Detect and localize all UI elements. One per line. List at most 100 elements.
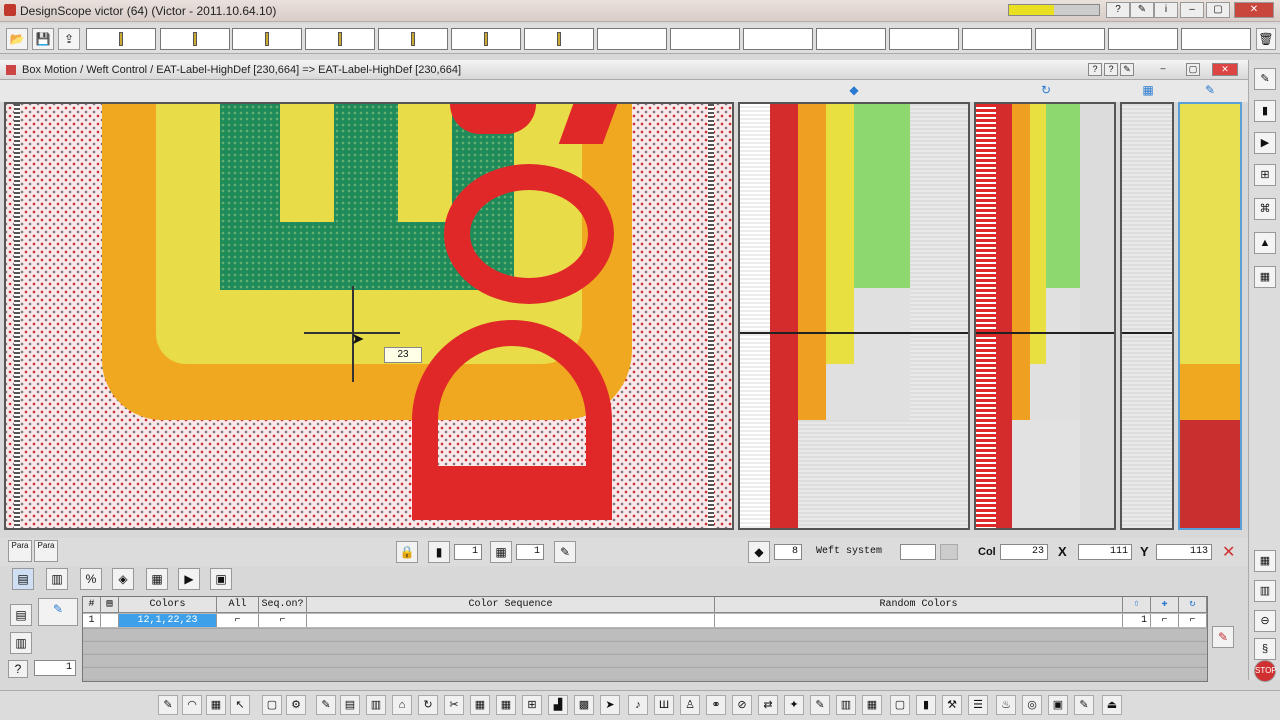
drop-icon[interactable]: ◆ <box>846 82 862 98</box>
edit-icon[interactable]: ✎ <box>1074 695 1094 715</box>
pen-tool-icon[interactable]: ✎ <box>158 695 178 715</box>
color-bars-icon[interactable]: ▮ <box>916 695 936 715</box>
toolbar-slot[interactable] <box>597 28 667 50</box>
minimize-button[interactable]: – <box>1156 63 1170 76</box>
toolbar-slot[interactable] <box>305 28 375 50</box>
save-icon[interactable]: 💾 <box>32 28 54 50</box>
rotate-icon[interactable]: ↻ <box>1038 82 1054 98</box>
doc-icon[interactable]: ▢ <box>262 695 282 715</box>
stop-icon[interactable]: STOP <box>1254 660 1277 682</box>
bobbin-icon[interactable]: ▮ <box>428 541 450 563</box>
para-button-1[interactable]: Para <box>8 540 32 562</box>
table-icon[interactable]: ▦ <box>146 568 168 590</box>
col-header-colors[interactable]: Colors <box>119 597 217 613</box>
bobbins-icon[interactable]: ⌘ <box>1254 198 1276 220</box>
open-folder-icon[interactable]: 📂 <box>6 28 28 50</box>
weft-view-icon[interactable]: ▤ <box>12 568 34 590</box>
tools-icon[interactable]: ⚒ <box>942 695 962 715</box>
lock-icon[interactable]: 🔒 <box>396 541 418 563</box>
person-icon[interactable]: ♙ <box>680 695 700 715</box>
maximize-button[interactable]: ▢ <box>1206 2 1230 18</box>
toolbar-slot[interactable] <box>1181 28 1251 50</box>
fabric-design-canvas[interactable]: ➤ 23 <box>4 102 734 530</box>
row-check-a[interactable]: ⌐ <box>1151 614 1179 627</box>
list-icon[interactable]: ☰ <box>968 695 988 715</box>
percent-icon[interactable]: % <box>80 568 102 590</box>
pattern-icon-1[interactable]: ▦ <box>1254 550 1276 572</box>
harp-icon[interactable]: ♪ <box>628 695 648 715</box>
paint-tool-icon[interactable]: ✎ <box>1254 68 1276 90</box>
flag-icon[interactable]: ▶ <box>1254 132 1276 154</box>
col-value-field[interactable]: 23 <box>1000 544 1048 560</box>
weft-icon[interactable]: ◆ <box>748 541 770 563</box>
dna-icon[interactable]: § <box>1254 638 1276 660</box>
wand-icon[interactable]: ✎ <box>810 695 830 715</box>
row-colors[interactable]: 12,1,22,23 <box>119 614 217 627</box>
brush-icon[interactable]: ✎ <box>554 541 576 563</box>
weft-color-panel-2[interactable] <box>974 102 1116 530</box>
table-row[interactable]: 1 12,1,22,23 ⌐ ⌐ 1 ⌐ ⌐ <box>83 614 1207 627</box>
subwindow-close-button[interactable]: ✕ <box>1212 63 1238 76</box>
help-icon[interactable]: ? <box>1106 2 1130 18</box>
row-color-sequence[interactable] <box>307 614 715 627</box>
arrows-icon[interactable]: ⇄ <box>758 695 778 715</box>
paint-brush-icon[interactable]: ✎ <box>1212 626 1234 648</box>
add-icon[interactable]: ✚ <box>1151 597 1179 613</box>
col-header-seq[interactable]: Seq.on? <box>259 597 307 613</box>
help-icon[interactable]: ? <box>8 660 28 678</box>
table-icon[interactable]: ▦ <box>862 695 882 715</box>
frame-icon[interactable]: ▢ <box>890 695 910 715</box>
blocks-icon[interactable]: ▣ <box>1048 695 1068 715</box>
scissors-icon[interactable]: ✂ <box>444 695 464 715</box>
para-button-2[interactable]: Para <box>34 540 58 562</box>
sequence-icon[interactable]: ▣ <box>210 568 232 590</box>
question-icon[interactable]: ? <box>1104 63 1118 76</box>
weft-system-panel[interactable] <box>1120 102 1174 530</box>
yarn-icon[interactable]: ◎ <box>1022 695 1042 715</box>
all-checkbox[interactable]: ⌐ <box>217 614 259 627</box>
layout-icon[interactable]: ▥ <box>10 632 32 654</box>
toolbar-slot[interactable] <box>160 28 230 50</box>
grid-icon[interactable]: ▦ <box>490 541 512 563</box>
grid-color-icon[interactable]: ▦ <box>206 695 226 715</box>
refresh-icon[interactable]: ↻ <box>1179 597 1207 613</box>
shuttle-icon[interactable]: ➤ <box>600 695 620 715</box>
row-check-b[interactable]: ⌐ <box>1179 614 1207 627</box>
trash-icon[interactable]: 🗑 <box>1256 28 1276 50</box>
help-icon[interactable]: ? <box>1088 63 1102 76</box>
minimize-button[interactable]: – <box>1180 2 1204 18</box>
toolbar-slot[interactable] <box>743 28 813 50</box>
weave-icon[interactable]: ▦ <box>1254 266 1276 288</box>
window-icon[interactable]: ▤ <box>340 695 360 715</box>
col-header-random-colors[interactable]: Random Colors <box>715 597 1123 613</box>
comb-icon[interactable]: Ш <box>654 695 674 715</box>
toolbar-slot[interactable] <box>889 28 959 50</box>
weft-count-field[interactable]: 8 <box>774 544 802 560</box>
info-icon[interactable]: i <box>1154 2 1178 18</box>
x-value-field[interactable]: 111 <box>1078 544 1132 560</box>
toolbar-slot[interactable] <box>1035 28 1105 50</box>
tool-icon[interactable]: ✎ <box>1120 63 1134 76</box>
value-field-a[interactable]: 1 <box>454 544 482 560</box>
weft-color-panel-1[interactable] <box>738 102 970 530</box>
sparkle-icon[interactable]: ✦ <box>784 695 804 715</box>
weft-edit-icon[interactable]: ▤ <box>10 604 32 626</box>
grid-icon[interactable]: ▦ <box>1140 82 1156 98</box>
toolbar-slot[interactable] <box>524 28 594 50</box>
ban-icon[interactable]: ⊘ <box>732 695 752 715</box>
cursor-tool-icon[interactable]: ↖ <box>230 695 250 715</box>
rotate-icon[interactable]: ↻ <box>418 695 438 715</box>
close-button[interactable]: ✕ <box>1234 2 1274 18</box>
toolbar-slot[interactable] <box>670 28 740 50</box>
seq-checkbox[interactable]: ⌐ <box>259 614 307 627</box>
colors-icon[interactable]: ◈ <box>112 568 134 590</box>
pattern-icon-3[interactable]: ⊖ <box>1254 610 1276 632</box>
clear-icon[interactable]: ✕ <box>1222 542 1235 562</box>
play-icon[interactable]: ▶ <box>178 568 200 590</box>
toolbar-slot[interactable] <box>816 28 886 50</box>
house-icon[interactable]: ⌂ <box>392 695 412 715</box>
loom-icon[interactable]: ▲ <box>1254 232 1276 254</box>
maximize-button[interactable]: ▢ <box>1186 63 1200 76</box>
mesh-icon[interactable]: ⊞ <box>522 695 542 715</box>
y-value-field[interactable]: 113 <box>1156 544 1212 560</box>
